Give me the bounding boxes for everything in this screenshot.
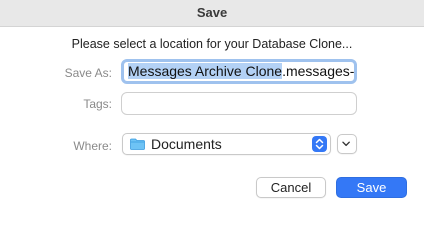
window-title: Save	[196, 5, 228, 20]
title-bar: Save	[0, 0, 424, 27]
where-value: Documents	[151, 136, 222, 152]
expand-browser-button[interactable]	[337, 134, 357, 154]
dialog-prompt: Please select a location for your Databa…	[71, 37, 353, 51]
save-as-label: Save As:	[64, 66, 112, 80]
tags-input[interactable]	[121, 92, 357, 115]
tags-label: Tags:	[83, 97, 112, 111]
save-as-selected-text: Messages Archive Clone	[128, 63, 283, 79]
save-as-remaining-text: .messages-	[282, 63, 355, 79]
chevron-down-icon	[342, 141, 350, 147]
save-button[interactable]: Save	[336, 177, 407, 198]
where-popup-button[interactable]: Documents	[122, 133, 331, 155]
where-label: Where:	[73, 139, 112, 153]
folder-icon	[130, 138, 145, 150]
up-down-chevron-icon	[312, 136, 327, 152]
cancel-button[interactable]: Cancel	[256, 177, 326, 198]
save-as-input[interactable]: Messages Archive Clone.messages-	[121, 59, 357, 84]
